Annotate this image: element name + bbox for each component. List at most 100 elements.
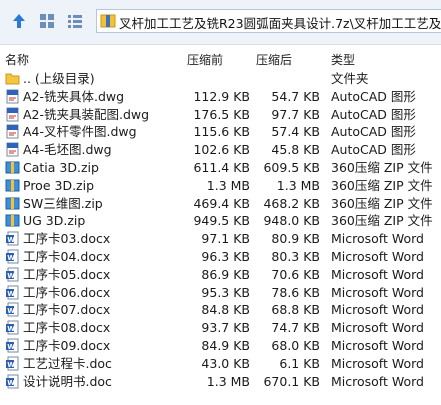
address-bar[interactable]: 叉杆加工工艺及铣R23圆弧面夹具设计.7z\叉杆加工工艺及铣R (96, 9, 441, 33)
file-compressed-size: 74.7 KB (271, 320, 320, 336)
list-item[interactable]: A4-毛坯图.dwg 102.6 KB 45.8 KB AutoCAD 图形 (0, 141, 441, 159)
file-name: 工序卡08.docx (23, 320, 111, 336)
svg-text:W: W (7, 254, 15, 262)
list-item[interactable]: W 工序卡05.docx 86.9 KB 70.6 KB Microsoft Word (0, 266, 441, 284)
file-name: 工艺过程卡.doc (23, 355, 112, 371)
dwg-icon (5, 107, 20, 122)
dwg-icon (5, 89, 20, 104)
list-item[interactable]: W 工序卡07.docx 84.8 KB 68.8 KB Microsoft Word (0, 301, 441, 319)
word-icon: W (5, 302, 20, 317)
file-original-size: 97.1 KB (201, 231, 250, 247)
column-size[interactable]: 压缩后 (256, 51, 292, 68)
file-name: 工序卡09.docx (23, 337, 111, 353)
file-original-size: 102.6 KB (193, 142, 250, 158)
file-type: Microsoft Word (331, 266, 424, 282)
dwg-icon (5, 124, 20, 139)
file-original-size: 1.3 MB (206, 177, 250, 193)
svg-text:W: W (7, 361, 15, 369)
file-type: 文件夹 (331, 71, 369, 86)
archive-icon (100, 13, 116, 32)
column-name[interactable]: 名称 (5, 51, 29, 68)
list-item[interactable]: Catia 3D.zip 611.4 KB 609.5 KB 360压缩 ZIP 文件 (0, 159, 441, 177)
list-item[interactable]: Proe 3D.zip 1.3 MB 1.3 MB 360压缩 ZIP 文件 (0, 177, 441, 195)
word-icon: W (5, 285, 20, 300)
file-compressed-size: 97.7 KB (271, 106, 320, 122)
svg-text:W: W (7, 343, 15, 351)
file-original-size: 469.4 KB (193, 195, 250, 211)
word-icon: W (5, 338, 20, 353)
list-item[interactable]: W 工序卡03.docx 97.1 KB 80.9 KB Microsoft Word (0, 230, 441, 248)
list-item[interactable]: A4-叉杆零件图.dwg 115.6 KB 57.4 KB AutoCAD 图形 (0, 123, 441, 141)
file-compressed-size: 80.9 KB (271, 231, 320, 247)
file-name: A2-铣夹具装配图.dwg (23, 106, 150, 122)
file-name: 工序卡03.docx (23, 231, 111, 247)
list-item[interactable]: W 工序卡06.docx 95.3 KB 78.6 KB Microsoft Word (0, 284, 441, 302)
list-item[interactable]: SW三维图.zip 469.4 KB 468.2 KB 360压缩 ZIP 文件 (0, 195, 441, 213)
svg-text:W: W (7, 236, 15, 244)
svg-text:W: W (7, 289, 15, 297)
svg-text:W: W (7, 378, 15, 386)
folder-icon (5, 71, 20, 86)
file-type: 360压缩 ZIP 文件 (331, 177, 433, 193)
file-original-size: 1.3 MB (206, 373, 250, 389)
list-item[interactable]: W 工序卡09.docx 84.9 KB 68.0 KB Microsoft Word (0, 337, 441, 355)
word-icon: W (5, 267, 20, 282)
file-original-size: 93.7 KB (201, 320, 250, 336)
file-type: Microsoft Word (331, 248, 424, 264)
column-header: 名称 压缩前 压缩后 类型 (0, 48, 441, 68)
file-name: A2-铣夹具体.dwg (23, 88, 125, 104)
file-type: 360压缩 ZIP 文件 (331, 195, 433, 211)
file-name: A4-叉杆零件图.dwg (23, 124, 137, 140)
list-item[interactable]: W 工序卡08.docx 93.7 KB 74.7 KB Microsoft Word (0, 319, 441, 337)
file-compressed-size: 68.0 KB (271, 337, 320, 353)
word-icon: W (5, 231, 20, 246)
file-compressed-size: 80.3 KB (271, 248, 320, 264)
dwg-icon (5, 142, 20, 157)
up-arrow-icon[interactable] (8, 10, 30, 32)
list-item[interactable]: W 工艺过程卡.doc 43.0 KB 6.1 KB Microsoft Word (0, 355, 441, 373)
file-type: AutoCAD 图形 (331, 142, 416, 158)
file-type: Microsoft Word (331, 231, 424, 247)
file-compressed-size: 68.8 KB (271, 302, 320, 318)
file-type: 360压缩 ZIP 文件 (331, 159, 433, 175)
address-path: 叉杆加工工艺及铣R23圆弧面夹具设计.7z\叉杆加工工艺及铣R (119, 16, 441, 31)
list-item[interactable]: W 工序卡04.docx 96.3 KB 80.3 KB Microsoft Word (0, 248, 441, 266)
word-icon: W (5, 356, 20, 371)
column-type[interactable]: 类型 (331, 51, 355, 68)
word-icon: W (5, 374, 20, 389)
list-item[interactable]: W 设计说明书.doc 1.3 MB 670.1 KB Microsoft Word (0, 373, 441, 391)
file-compressed-size: 609.5 KB (263, 159, 320, 175)
svg-text:W: W (7, 272, 15, 280)
file-type: Microsoft Word (331, 355, 424, 371)
file-name: Proe 3D.zip (23, 177, 95, 193)
file-compressed-size: 1.3 MB (276, 177, 320, 193)
file-type: AutoCAD 图形 (331, 88, 416, 104)
file-original-size: 949.5 KB (193, 213, 250, 229)
list-item[interactable]: .. (上级目录) 文件夹 (0, 70, 441, 88)
file-original-size: 84.9 KB (201, 337, 250, 353)
list-item[interactable]: UG 3D.zip 949.5 KB 948.0 KB 360压缩 ZIP 文件 (0, 212, 441, 230)
file-type: AutoCAD 图形 (331, 106, 416, 122)
list-item[interactable]: A2-铣夹具体.dwg 112.9 KB 54.7 KB AutoCAD 图形 (0, 88, 441, 106)
file-original-size: 86.9 KB (201, 266, 250, 282)
file-type: Microsoft Word (331, 337, 424, 353)
file-compressed-size: 948.0 KB (263, 213, 320, 229)
list-item[interactable]: A2-铣夹具装配图.dwg 176.5 KB 97.7 KB AutoCAD 图形 (0, 106, 441, 124)
file-name: .. (上级目录) (23, 71, 95, 86)
file-name: 工序卡07.docx (23, 302, 111, 318)
file-original-size: 43.0 KB (201, 355, 250, 371)
zip-icon (5, 213, 20, 228)
word-icon: W (5, 320, 20, 335)
zip-icon (5, 196, 20, 211)
file-compressed-size: 6.1 KB (279, 355, 320, 371)
file-name: 设计说明书.doc (23, 373, 112, 389)
list-view-icon[interactable] (64, 10, 86, 32)
file-name: 工序卡06.docx (23, 284, 111, 300)
file-compressed-size: 45.8 KB (271, 142, 320, 158)
file-name: 工序卡04.docx (23, 248, 111, 264)
file-original-size: 96.3 KB (201, 248, 250, 264)
column-compressed[interactable]: 压缩前 (187, 51, 223, 68)
tiles-view-icon[interactable] (36, 10, 58, 32)
file-compressed-size: 670.1 KB (263, 373, 320, 389)
file-type: 360压缩 ZIP 文件 (331, 213, 433, 229)
